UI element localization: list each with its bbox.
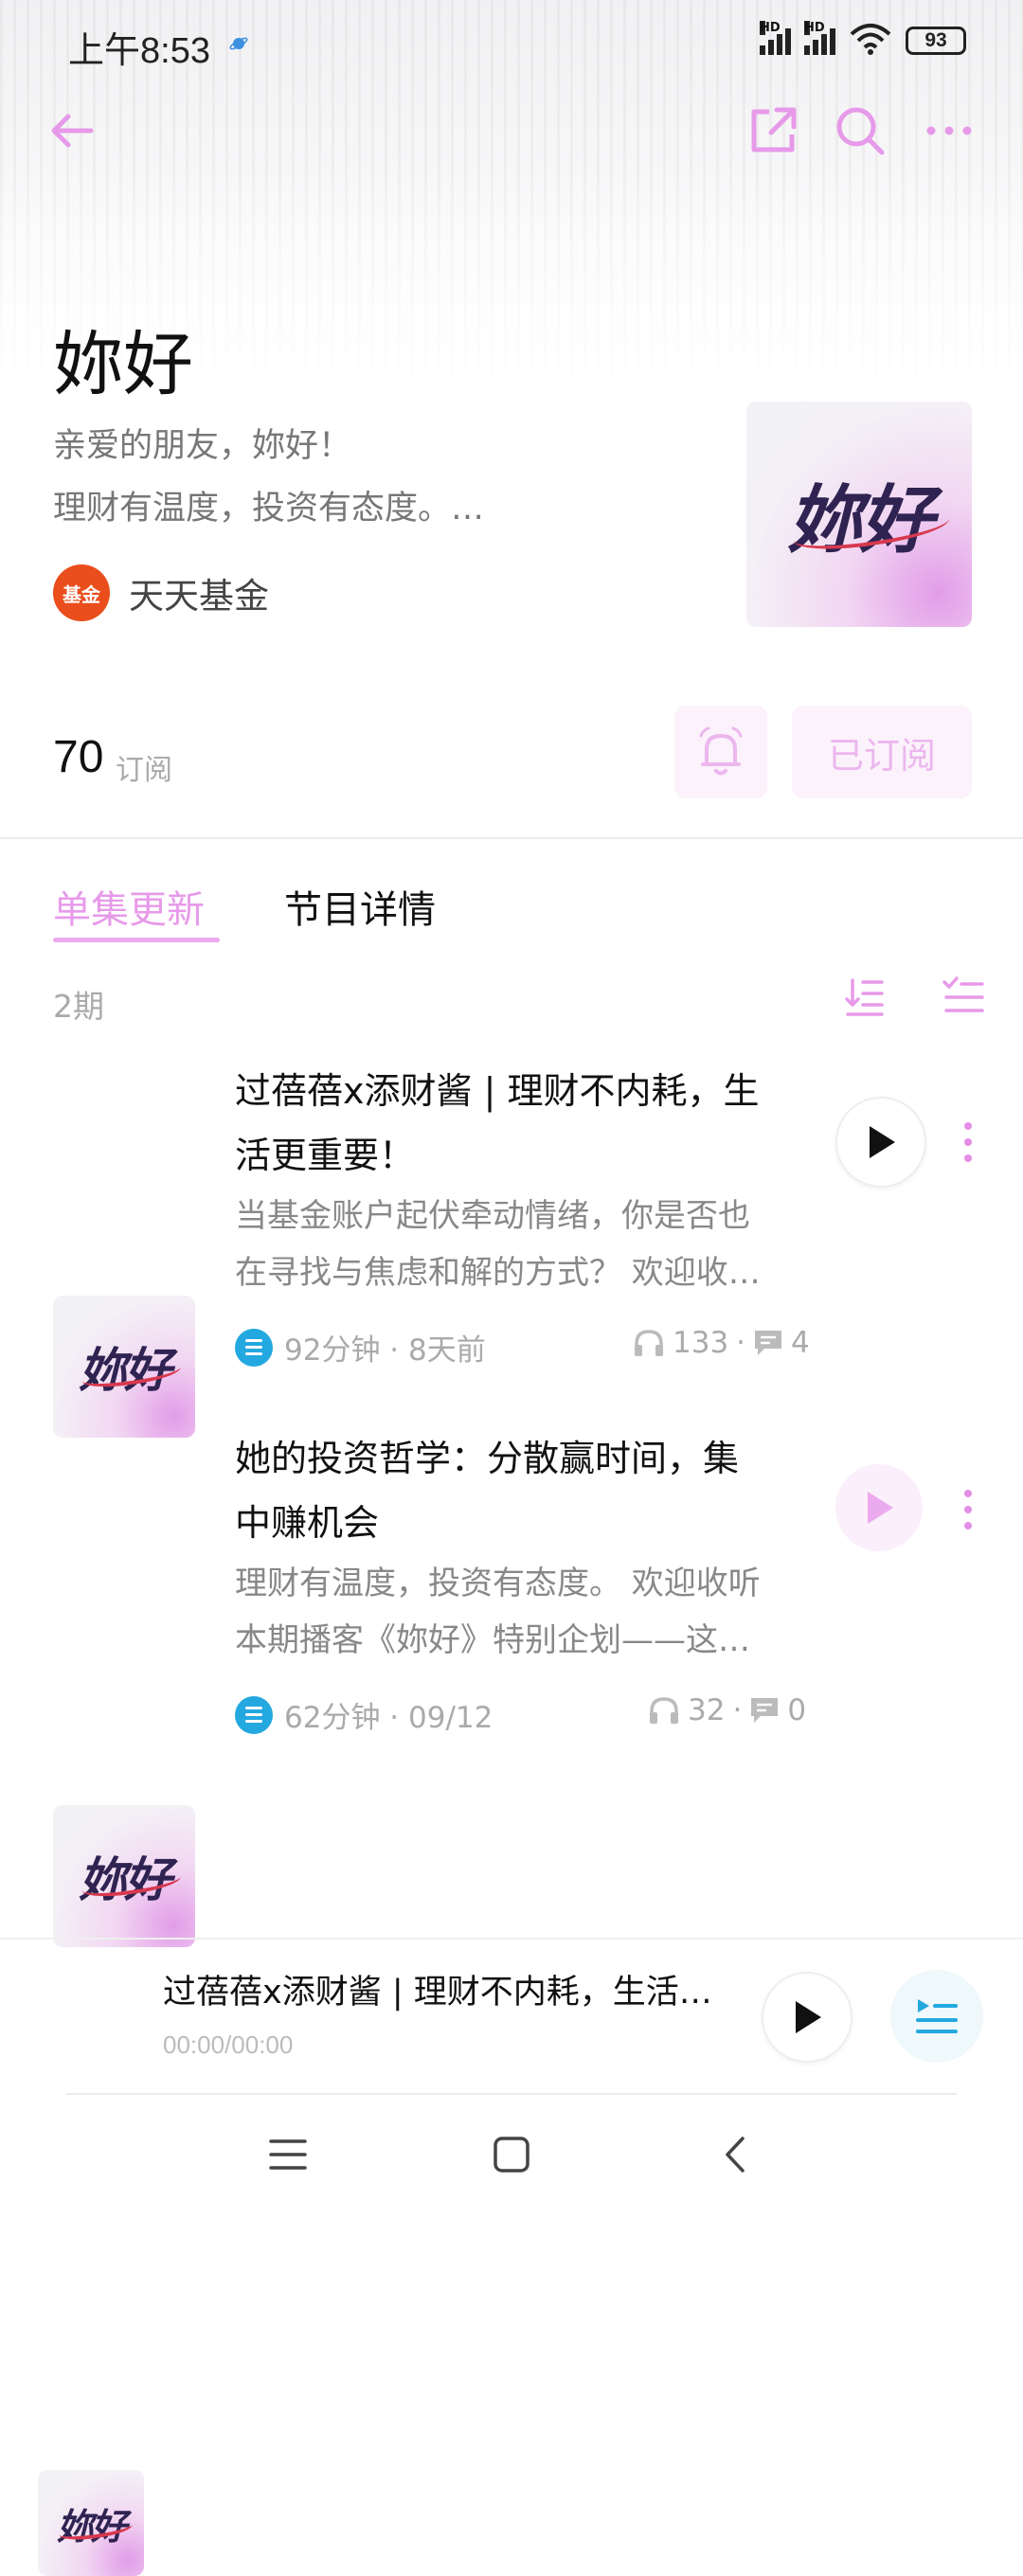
listen-count: 32 — [688, 1693, 726, 1727]
status-time: 上午8:53 — [68, 31, 210, 71]
system-menu-button[interactable] — [250, 2121, 326, 2188]
share-button[interactable] — [745, 102, 801, 159]
battery-indicator: 93 — [906, 27, 966, 55]
search-icon — [836, 107, 885, 155]
arrow-left-icon — [51, 114, 94, 148]
author-link[interactable]: 基金 天天基金 — [53, 564, 269, 621]
comment-count: 4 — [791, 1326, 810, 1360]
podcast-description-line[interactable]: 理财有温度，投资有态度。… — [53, 481, 583, 529]
play-icon — [868, 1492, 893, 1524]
episode-title-line: 活更重要！ — [235, 1135, 416, 1176]
episode-count: 2期 — [53, 988, 104, 1025]
bell-icon — [699, 726, 743, 776]
sort-order-icon — [845, 978, 884, 1016]
subscriber-label: 订阅 — [116, 754, 172, 787]
listen-count: 133 — [673, 1326, 729, 1360]
play-button[interactable] — [835, 1464, 923, 1551]
episode-description-line: 理财有温度，投资有态度。 欢迎收听 — [235, 1565, 761, 1602]
status-icons: HD HD 93 — [760, 21, 966, 59]
headphones-icon — [635, 1330, 663, 1356]
headphones-icon — [650, 1697, 678, 1724]
menu-icon — [269, 2139, 307, 2170]
tab-details[interactable]: 节目详情 — [284, 879, 436, 934]
episode-more-button[interactable] — [963, 1122, 973, 1162]
episode-cover: 妳好 — [53, 1805, 195, 1947]
chevron-left-icon — [726, 2137, 745, 2173]
episode-description: 当基金账户起伏牵动情绪，你是否也 在寻找与焦虑和解的方式？ 欢迎收… — [235, 1188, 803, 1301]
episode-title-line: 她的投资哲学：分散赢时间，集 — [235, 1438, 740, 1479]
subscribed-button[interactable]: 已订阅 — [792, 706, 972, 798]
episode-more-button[interactable] — [963, 1490, 973, 1530]
podcast-description-line: 亲爱的朋友，妳好！ — [53, 427, 352, 465]
tab-episodes[interactable]: 单集更新 — [53, 879, 205, 934]
episode-title[interactable]: 过蓓蓓x添财酱 | 理财不内耗，生 活更重要！ — [235, 1059, 803, 1188]
comment-icon — [751, 1698, 779, 1723]
mini-player-play-button[interactable] — [762, 1972, 852, 2063]
subscriber-count: 70 — [53, 732, 104, 782]
notification-bell-button[interactable] — [674, 706, 767, 798]
search-button[interactable] — [832, 102, 888, 159]
mini-player-title[interactable]: 过蓓蓓x添财酱 | 理财不内耗，生活… — [163, 1965, 731, 2013]
episode-description: 理财有温度，投资有态度。 欢迎收听 本期播客《妳好》特别企划——这… — [235, 1555, 803, 1669]
mini-player-cover[interactable]: 妳好 — [38, 2470, 144, 2576]
signal-icon: HD — [804, 21, 835, 55]
planet-icon — [229, 34, 248, 57]
episode-description-line: 当基金账户起伏牵动情绪，你是否也 — [235, 1197, 750, 1235]
comment-count: 0 — [787, 1693, 807, 1727]
more-button[interactable] — [921, 102, 978, 159]
mini-player-border — [0, 1938, 1023, 1940]
episode-duration-date: 62分钟 · 09/12 — [284, 1701, 494, 1735]
mini-player-time: 00:00/00:00 — [163, 2030, 294, 2059]
episode-stats: 32 · 0 — [648, 1693, 806, 1727]
episode-description-line: 在寻找与焦虑和解的方式？ 欢迎收… — [235, 1254, 761, 1292]
author-name: 天天基金 — [129, 576, 269, 617]
episode-duration-date: 92分钟 · 8天前 — [284, 1333, 486, 1368]
more-horizontal-icon — [926, 126, 972, 135]
share-external-icon — [751, 107, 797, 152]
mini-player-divider — [66, 2093, 957, 2095]
system-home-button[interactable] — [474, 2121, 549, 2188]
signal-icon: HD — [760, 21, 791, 55]
back-button[interactable] — [44, 102, 100, 159]
podcast-title: 妳好 — [53, 324, 193, 405]
playlist-icon — [916, 1999, 958, 2033]
tab-active-indicator — [53, 938, 220, 942]
home-square-icon — [494, 2137, 529, 2173]
wifi-icon — [849, 23, 892, 59]
playlist-button[interactable] — [890, 1970, 983, 2063]
system-back-button[interactable] — [697, 2121, 773, 2188]
sort-button[interactable] — [841, 974, 888, 1021]
section-divider — [0, 837, 1023, 839]
list-badge-icon — [235, 1695, 273, 1734]
episode-meta: 62分钟 · 09/12 — [235, 1693, 493, 1736]
episode-title-line: 过蓓蓓x添财酱 | 理财不内耗，生 — [235, 1070, 760, 1112]
list-badge-icon — [235, 1328, 273, 1367]
comment-icon — [755, 1331, 782, 1355]
episode-meta: 92分钟 · 8天前 — [235, 1326, 486, 1368]
multi-select-button[interactable] — [940, 974, 987, 1021]
episode-description-line: 本期播客《妳好》特别企划——这… — [235, 1621, 750, 1659]
play-icon — [796, 2001, 821, 2033]
podcast-cover[interactable]: 妳好 — [746, 402, 972, 627]
author-avatar: 基金 — [53, 564, 110, 621]
play-button[interactable] — [835, 1097, 926, 1188]
episode-stats: 133 · 4 — [633, 1326, 810, 1360]
play-icon — [870, 1126, 895, 1158]
checklist-icon — [942, 976, 984, 1012]
episode-title[interactable]: 她的投资哲学：分散赢时间，集 中赚机会 — [235, 1426, 803, 1555]
episode-title-line: 中赚机会 — [235, 1502, 380, 1544]
episode-cover: 妳好 — [53, 1296, 195, 1438]
